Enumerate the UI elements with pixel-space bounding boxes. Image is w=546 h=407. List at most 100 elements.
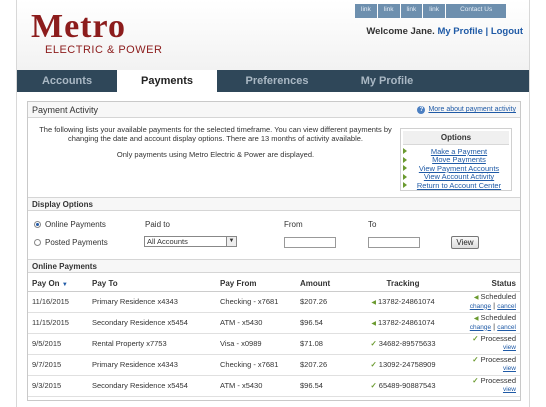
option-view-payment-accounts[interactable]: View Payment Accounts	[401, 164, 511, 173]
more-about-text: More about payment activity	[428, 106, 516, 113]
table-row: 9/7/2015 Primary Residence x4343 Checkin…	[28, 354, 520, 376]
amount: $96.54	[296, 312, 346, 334]
to-label: To	[368, 220, 377, 229]
flag-icon: ◀	[371, 300, 376, 306]
panel-title: Payment Activity	[32, 105, 99, 115]
check-icon: ✓	[472, 376, 479, 385]
pay-to: Primary Residence x4343	[88, 291, 216, 313]
pay-on: 11/16/2015	[28, 291, 88, 313]
col-pay-to[interactable]: Pay To	[88, 276, 216, 292]
status: ✓ Processed view	[456, 354, 520, 376]
page-frame: Metro ELECTRIC & POWER link link link li…	[16, 0, 530, 407]
pay-to: Secondary Residence x5454	[88, 312, 216, 334]
radio-posted-payments[interactable]: Posted Payments	[34, 238, 108, 247]
view-link[interactable]: view	[503, 386, 516, 393]
tracking: ◀ 13782-24861074	[346, 291, 456, 313]
to-date-input[interactable]	[368, 237, 420, 248]
sort-down-icon: ▼	[61, 281, 68, 288]
col-amount[interactable]: Amount	[296, 276, 346, 292]
table-row: 11/15/2015 Secondary Residence x5454 ATM…	[28, 312, 520, 334]
table-row: 11/16/2015 Primary Residence x4343 Check…	[28, 291, 520, 313]
table-row: 9/3/2015 Secondary Residence x5454 ATM -…	[28, 375, 520, 397]
contact-us-link[interactable]: Contact Us	[446, 4, 507, 18]
tab-accounts[interactable]: Accounts	[17, 70, 117, 92]
from-date-input[interactable]	[284, 237, 336, 248]
paid-to-value: All Accounts	[147, 237, 188, 246]
option-view-account-activity[interactable]: View Account Activity	[401, 172, 511, 181]
logo-main: Metro	[31, 8, 126, 45]
flag-icon: ◀	[473, 294, 479, 301]
welcome-message: Welcome Jane. My Profile | Logout	[366, 26, 523, 37]
radio-online-payments[interactable]: Online Payments	[34, 220, 106, 229]
from-label: From	[284, 220, 303, 229]
pay-on: 9/7/2015	[28, 354, 88, 376]
payments-table: Pay On ▼ Pay To Pay From Amount Tracking…	[28, 276, 520, 397]
flag-icon: ◀	[371, 321, 376, 327]
change-link[interactable]: change	[470, 303, 491, 310]
options-box: Options Make a Payment Move Payments Vie…	[400, 128, 512, 191]
status: ✓ Processed view	[456, 375, 520, 397]
intro-note: Only payments using Metro Electric & Pow…	[116, 150, 315, 159]
more-about-link[interactable]: ? More about payment activity	[417, 102, 516, 118]
col-tracking[interactable]: Tracking	[346, 276, 456, 292]
check-icon: ✓	[370, 339, 377, 348]
status: ◀ Scheduled change | cancel	[456, 291, 520, 313]
pay-from: Visa - x0989	[216, 333, 296, 355]
top-links: link link link link Contact Us	[355, 4, 507, 18]
status: ✓ Processed view	[456, 333, 520, 355]
online-payments-header: Online Payments	[28, 259, 520, 273]
option-return-account-center[interactable]: Return to Account Center	[401, 181, 511, 190]
logo-sub: ELECTRIC & POWER	[45, 44, 163, 56]
top-link-1[interactable]: link	[355, 4, 377, 18]
pay-from: ATM - x5430	[216, 312, 296, 334]
tracking: ✓ 13092-24758909	[346, 354, 456, 376]
tab-payments[interactable]: Payments	[117, 70, 217, 92]
col-pay-from[interactable]: Pay From	[216, 276, 296, 292]
pay-to: Rental Property x7753	[88, 333, 216, 355]
table-header-row: Pay On ▼ Pay To Pay From Amount Tracking…	[28, 276, 520, 292]
header: Metro ELECTRIC & POWER link link link li…	[17, 0, 529, 70]
pay-on: 9/3/2015	[28, 375, 88, 397]
help-icon: ?	[417, 106, 426, 114]
check-icon: ✓	[472, 355, 479, 364]
amount: $207.26	[296, 354, 346, 376]
amount: $71.08	[296, 333, 346, 355]
tracking: ◀ 13782-24861074	[346, 312, 456, 334]
view-link[interactable]: view	[503, 365, 516, 372]
top-link-2[interactable]: link	[377, 4, 400, 18]
tab-preferences[interactable]: Preferences	[217, 70, 337, 92]
pay-from: Checking - x7681	[216, 354, 296, 376]
tracking: ✓ 65489-90887543	[346, 375, 456, 397]
col-status[interactable]: Status	[456, 276, 520, 292]
check-icon: ✓	[370, 381, 377, 390]
pay-to: Primary Residence x4343	[88, 354, 216, 376]
paid-to-select[interactable]: All Accounts ▼	[144, 236, 237, 247]
top-link-4[interactable]: link	[423, 4, 446, 18]
separator: |	[485, 26, 489, 37]
my-profile-link[interactable]: My Profile	[437, 26, 482, 37]
pay-on: 9/5/2015	[28, 333, 88, 355]
amount: $207.26	[296, 291, 346, 313]
change-link[interactable]: change	[470, 324, 491, 331]
option-move-payments[interactable]: Move Payments	[401, 155, 511, 164]
view-button[interactable]: View	[451, 236, 479, 249]
intro-text: The following lists your available payme…	[39, 125, 392, 143]
option-make-payment[interactable]: Make a Payment	[401, 147, 511, 156]
radio-unselected-icon	[34, 239, 41, 247]
view-link[interactable]: view	[503, 344, 516, 351]
top-link-3[interactable]: link	[400, 4, 423, 18]
tracking: ✓ 34682-89575633	[346, 333, 456, 355]
welcome-text: Welcome Jane.	[366, 26, 435, 37]
pay-to: Secondary Residence x5454	[88, 375, 216, 397]
options-title: Options	[403, 131, 509, 145]
payment-activity-panel: Payment Activity ? More about payment act…	[27, 101, 521, 401]
radio-selected-icon	[34, 221, 41, 229]
chevron-down-icon: ▼	[226, 237, 236, 246]
tab-my-profile[interactable]: My Profile	[337, 70, 437, 92]
logo[interactable]: Metro ELECTRIC & POWER	[31, 8, 163, 57]
col-pay-on[interactable]: Pay On ▼	[28, 276, 88, 292]
cancel-link[interactable]: cancel	[497, 324, 516, 331]
logout-link[interactable]: Logout	[491, 26, 523, 37]
cancel-link[interactable]: cancel	[497, 303, 516, 310]
paid-to-label: Paid to	[145, 220, 170, 229]
